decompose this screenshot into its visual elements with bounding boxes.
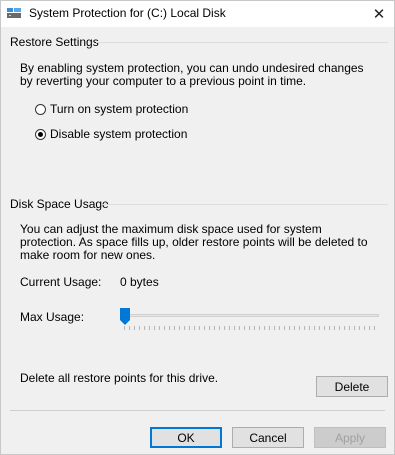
- footer-separator: [10, 410, 385, 411]
- system-protection-icon: [7, 8, 21, 18]
- disk-space-divider: [102, 204, 388, 205]
- window-title: System Protection for (C:) Local Disk: [29, 6, 226, 20]
- turn-on-protection-radio[interactable]: [35, 103, 46, 115]
- max-usage-slider-thumb[interactable]: [120, 308, 130, 326]
- restore-settings-heading: Restore Settings: [10, 35, 99, 49]
- cancel-button[interactable]: Cancel: [232, 427, 304, 448]
- disable-protection-label: Disable system protection: [50, 127, 188, 141]
- ok-button[interactable]: OK: [150, 427, 222, 448]
- disable-protection-radio[interactable]: [35, 128, 46, 140]
- system-protection-dialog: System Protection for (C:) Local Disk ✕ …: [0, 0, 395, 455]
- delete-restore-points-text: Delete all restore points for this drive…: [20, 371, 219, 385]
- close-icon: ✕: [372, 6, 386, 23]
- turn-on-protection-option[interactable]: Turn on system protection: [35, 102, 188, 116]
- disable-protection-option[interactable]: Disable system protection: [35, 127, 187, 141]
- max-usage-slider-ticks: [124, 326, 378, 330]
- disk-space-heading: Disk Space Usage: [10, 197, 109, 211]
- current-usage-value: 0 bytes: [120, 275, 159, 289]
- current-usage-label: Current Usage:: [20, 275, 102, 289]
- disk-space-description: You can adjust the maximum disk space us…: [20, 222, 368, 262]
- max-usage-label: Max Usage:: [20, 310, 85, 324]
- max-usage-slider-track[interactable]: [120, 314, 379, 317]
- apply-button[interactable]: Apply: [314, 427, 386, 448]
- title-bar: System Protection for (C:) Local Disk ✕: [1, 1, 394, 27]
- restore-settings-description: By enabling system protection, you can u…: [20, 61, 364, 88]
- turn-on-protection-label: Turn on system protection: [50, 102, 189, 116]
- restore-settings-divider: [96, 42, 388, 43]
- close-button[interactable]: ✕: [364, 1, 394, 27]
- delete-button[interactable]: Delete: [316, 376, 388, 397]
